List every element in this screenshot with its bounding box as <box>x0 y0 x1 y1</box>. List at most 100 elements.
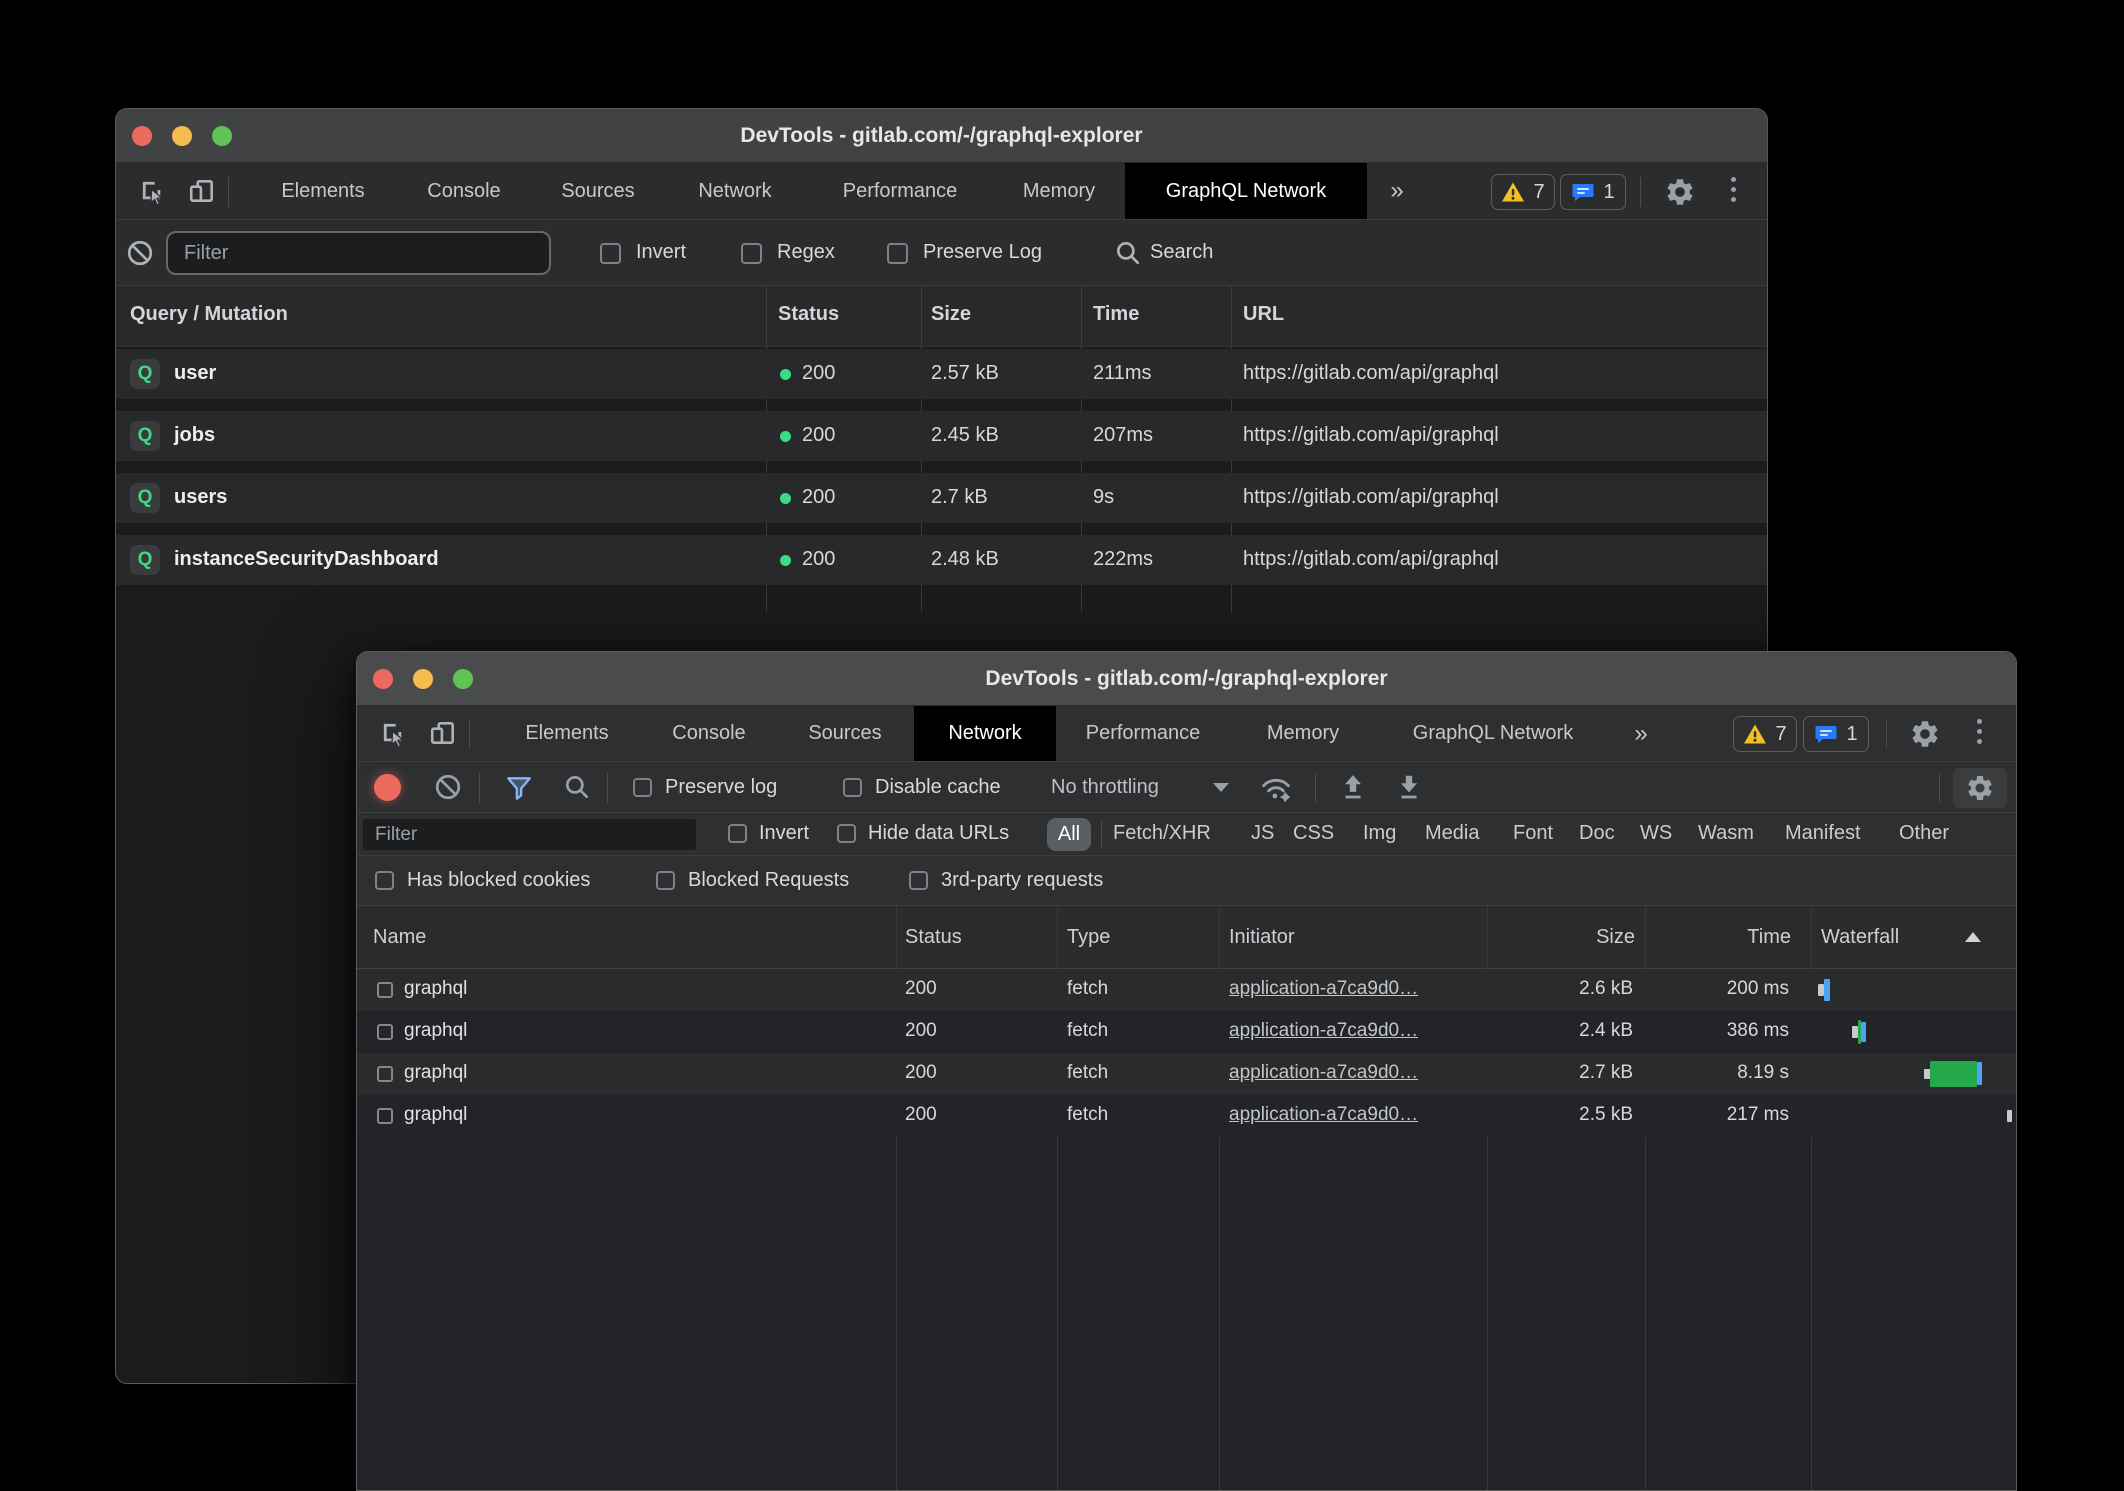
type-filter-font[interactable]: Font <box>1513 822 1553 845</box>
tab-elements[interactable]: Elements <box>281 163 364 219</box>
request-row[interactable]: graphql 200 fetch application-a7ca9d0… 2… <box>357 969 2016 1011</box>
tab-graphql-network[interactable]: GraphQL Network <box>1413 706 1573 761</box>
table-row[interactable]: Q instanceSecurityDashboard 200 2.48 kB … <box>116 535 1767 585</box>
toolbar-divider <box>228 177 229 207</box>
invert-checkbox[interactable] <box>600 243 621 264</box>
col-waterfall[interactable]: Waterfall <box>1821 926 1899 949</box>
col-size[interactable]: Size <box>931 303 971 326</box>
col-url[interactable]: URL <box>1243 303 1284 326</box>
invert-checkbox[interactable] <box>728 824 747 843</box>
type-filter-wasm[interactable]: Wasm <box>1698 822 1754 845</box>
type-value: fetch <box>1067 978 1108 1000</box>
tab-performance[interactable]: Performance <box>1086 706 1201 761</box>
device-toolbar-icon[interactable] <box>188 177 216 210</box>
query-badge: Q <box>130 483 160 513</box>
devtools-tabbar: Elements Console Sources Network Perform… <box>116 163 1767 220</box>
table-row[interactable]: Q user 200 2.57 kB 211ms https://gitlab.… <box>116 349 1767 399</box>
throttling-select-value[interactable]: No throttling <box>1051 776 1159 799</box>
tab-memory[interactable]: Memory <box>1267 706 1339 761</box>
network-table-header: Name Status Type Initiator Size Time Wat… <box>357 906 2016 969</box>
initiator-link[interactable]: application-a7ca9d0… <box>1229 1104 1418 1126</box>
chevron-down-icon[interactable] <box>1213 783 1229 792</box>
tab-elements[interactable]: Elements <box>525 706 608 761</box>
request-row[interactable]: graphql 200 fetch application-a7ca9d0… 2… <box>357 1095 2016 1137</box>
col-time[interactable]: Time <box>1645 926 1791 949</box>
record-button[interactable] <box>374 774 401 801</box>
tab-console[interactable]: Console <box>672 706 745 761</box>
type-filter-img[interactable]: Img <box>1363 822 1396 845</box>
export-har-icon[interactable] <box>1395 773 1423 806</box>
inspect-element-icon[interactable] <box>379 719 407 752</box>
preserve-log-checkbox[interactable] <box>887 243 908 264</box>
kebab-menu-icon[interactable] <box>1731 177 1736 202</box>
preserve-log-checkbox[interactable] <box>633 778 652 797</box>
request-row[interactable]: graphql 200 fetch application-a7ca9d0… 2… <box>357 1011 2016 1053</box>
issues-badge[interactable]: 1 <box>1803 716 1869 752</box>
titlebar[interactable]: DevTools - gitlab.com/-/graphql-explorer <box>357 652 2016 706</box>
third-party-requests-checkbox[interactable] <box>909 871 928 890</box>
col-type[interactable]: Type <box>1067 926 1110 949</box>
disable-cache-checkbox[interactable] <box>843 778 862 797</box>
col-status[interactable]: Status <box>778 303 839 326</box>
toolbar-divider <box>1939 773 1940 803</box>
network-filter-input[interactable] <box>363 819 696 850</box>
tab-graphql-network-selected[interactable]: GraphQL Network <box>1125 163 1367 219</box>
table-row[interactable]: Q jobs 200 2.45 kB 207ms https://gitlab.… <box>116 411 1767 461</box>
regex-checkbox[interactable] <box>741 243 762 264</box>
search-icon[interactable] <box>1114 239 1142 272</box>
clear-icon[interactable] <box>434 773 462 806</box>
tab-memory[interactable]: Memory <box>1023 163 1095 219</box>
col-initiator[interactable]: Initiator <box>1229 926 1295 949</box>
filter-funnel-icon[interactable] <box>504 773 534 808</box>
col-time[interactable]: Time <box>1093 303 1139 326</box>
blocked-requests-checkbox[interactable] <box>656 871 675 890</box>
type-filter-manifest[interactable]: Manifest <box>1785 822 1861 845</box>
waterfall-download-bar <box>1861 1022 1866 1042</box>
import-har-icon[interactable] <box>1339 773 1367 806</box>
warnings-badge[interactable]: 7 <box>1491 174 1555 210</box>
more-tabs-chevron[interactable]: » <box>1390 163 1403 219</box>
tab-network-selected[interactable]: Network <box>914 706 1056 761</box>
clear-icon[interactable] <box>126 239 154 272</box>
type-filter-css[interactable]: CSS <box>1293 822 1334 845</box>
tab-sources[interactable]: Sources <box>561 163 634 219</box>
kebab-menu-icon[interactable] <box>1977 719 1982 744</box>
type-filter-media[interactable]: Media <box>1425 822 1479 845</box>
settings-gear-icon[interactable] <box>1664 176 1696 213</box>
initiator-link[interactable]: application-a7ca9d0… <box>1229 1020 1418 1042</box>
titlebar[interactable]: DevTools - gitlab.com/-/graphql-explorer <box>116 109 1767 163</box>
col-name[interactable]: Name <box>373 926 426 949</box>
has-blocked-cookies-label: Has blocked cookies <box>407 869 590 892</box>
col-size[interactable]: Size <box>1487 926 1635 949</box>
issues-badge[interactable]: 1 <box>1560 174 1626 210</box>
warnings-badge[interactable]: 7 <box>1733 716 1797 752</box>
search-icon[interactable] <box>563 773 591 806</box>
device-toolbar-icon[interactable] <box>429 719 457 752</box>
tab-performance[interactable]: Performance <box>843 163 958 219</box>
search-label[interactable]: Search <box>1150 241 1213 264</box>
type-filter-all-selected[interactable]: All <box>1047 818 1091 851</box>
has-blocked-cookies-checkbox[interactable] <box>375 871 394 890</box>
tab-console[interactable]: Console <box>427 163 500 219</box>
network-conditions-icon[interactable] <box>1259 773 1293 808</box>
col-status[interactable]: Status <box>905 926 962 949</box>
type-filter-other[interactable]: Other <box>1899 822 1949 845</box>
type-filter-js[interactable]: JS <box>1251 822 1274 845</box>
type-filter-fetch-xhr[interactable]: Fetch/XHR <box>1113 822 1211 845</box>
more-tabs-chevron[interactable]: » <box>1634 706 1647 761</box>
request-row[interactable]: graphql 200 fetch application-a7ca9d0… 2… <box>357 1053 2016 1095</box>
table-row[interactable]: Q users 200 2.7 kB 9s https://gitlab.com… <box>116 473 1767 523</box>
inspect-element-icon[interactable] <box>138 177 166 210</box>
hide-data-urls-checkbox[interactable] <box>837 824 856 843</box>
settings-gear-icon[interactable] <box>1909 718 1941 755</box>
graphql-filter-input[interactable] <box>166 231 551 275</box>
tab-sources[interactable]: Sources <box>808 706 881 761</box>
network-settings-gear-icon[interactable] <box>1953 768 2007 808</box>
initiator-link[interactable]: application-a7ca9d0… <box>1229 1062 1418 1084</box>
sort-ascending-icon[interactable] <box>1965 932 1981 942</box>
initiator-link[interactable]: application-a7ca9d0… <box>1229 978 1418 1000</box>
type-filter-doc[interactable]: Doc <box>1579 822 1615 845</box>
tab-network[interactable]: Network <box>698 163 771 219</box>
type-filter-ws[interactable]: WS <box>1640 822 1672 845</box>
col-query-mutation[interactable]: Query / Mutation <box>130 303 288 326</box>
